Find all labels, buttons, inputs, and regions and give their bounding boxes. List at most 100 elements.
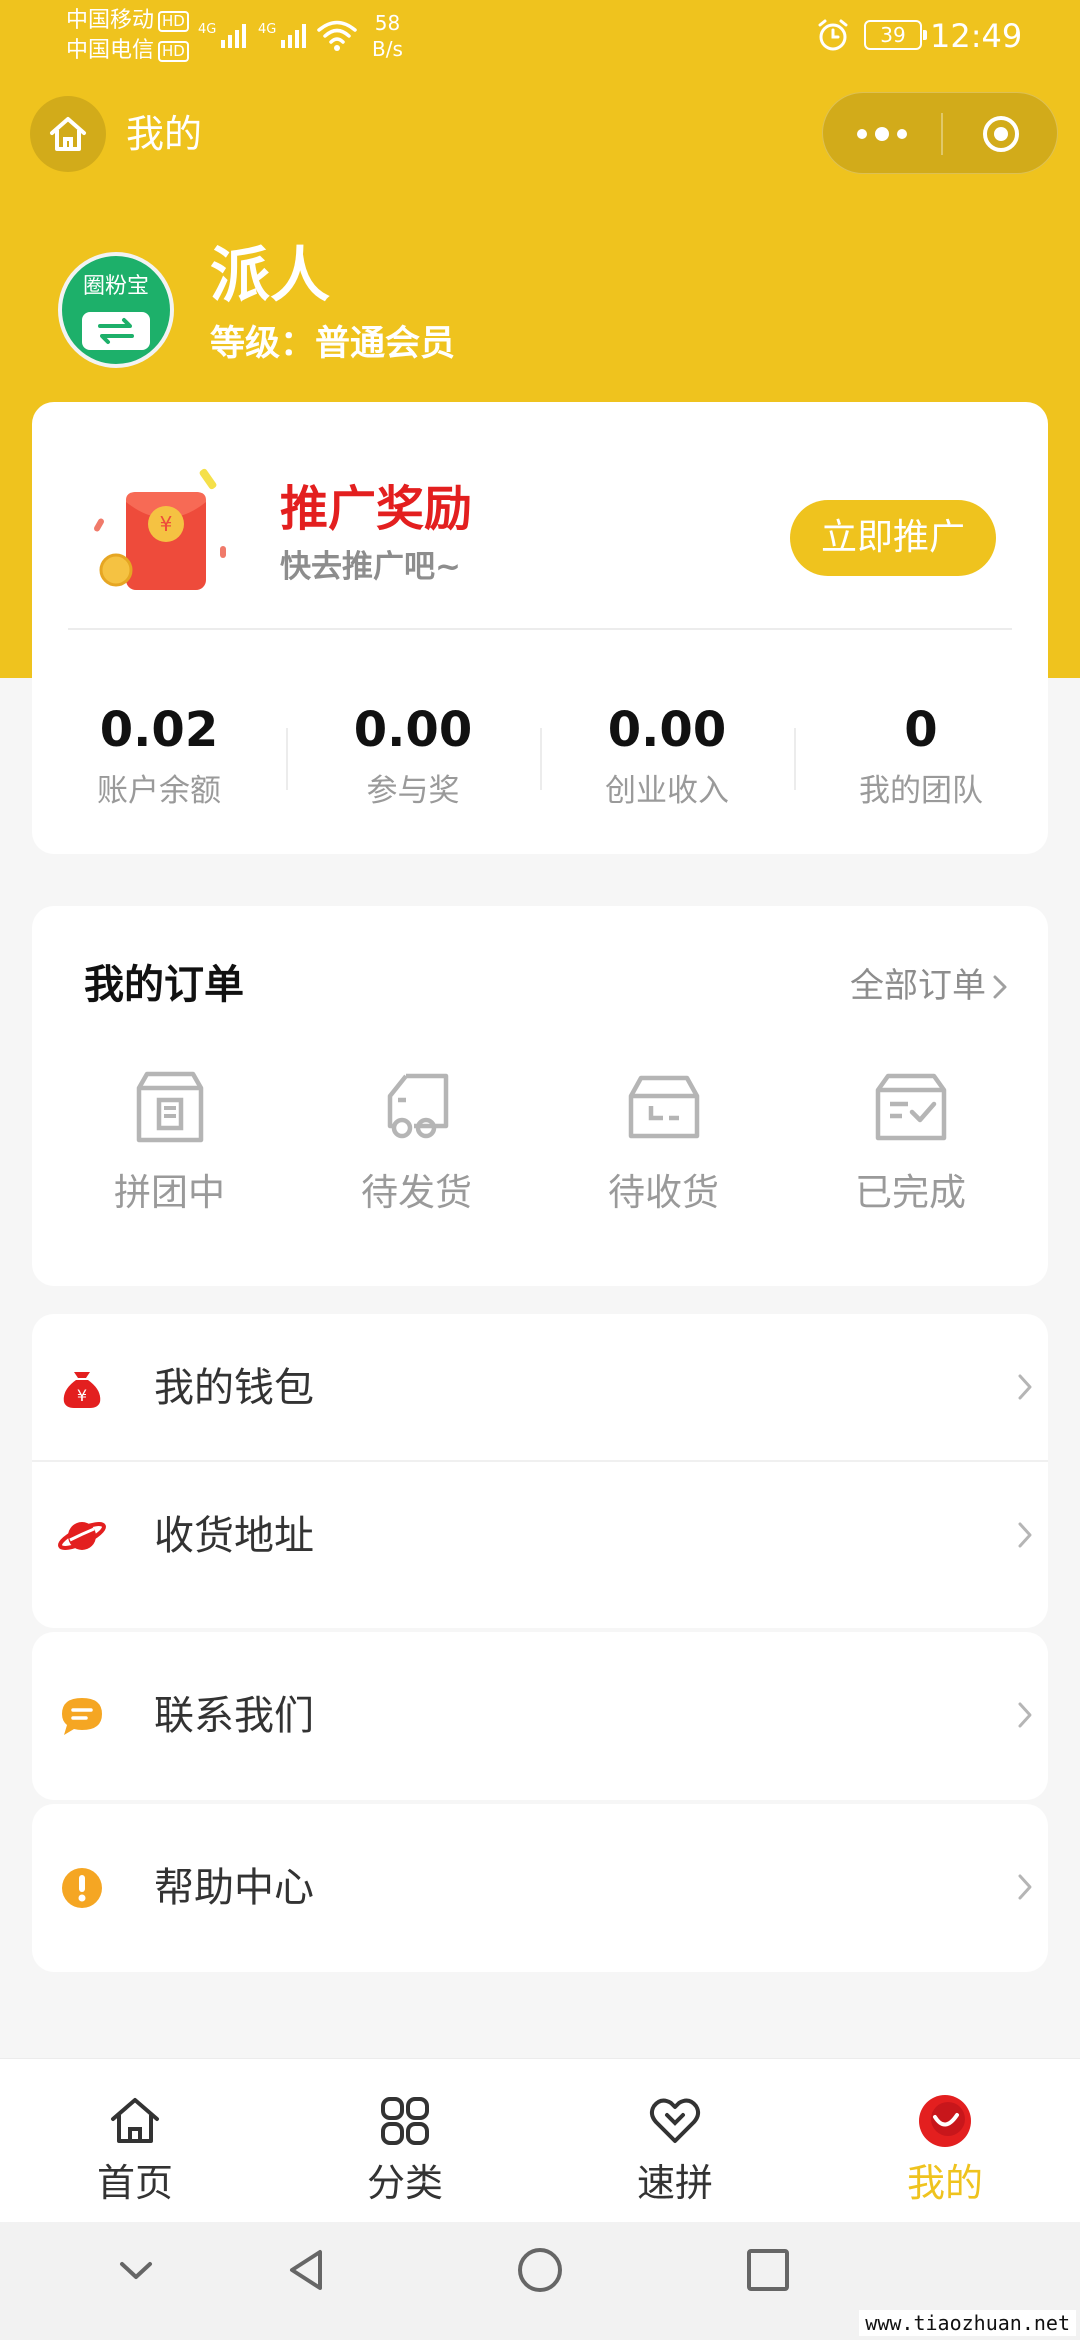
- order-status-label: 已完成: [855, 1171, 966, 1214]
- wifi-icon: [317, 20, 357, 51]
- speed-value: 58: [374, 11, 401, 35]
- home-icon: [111, 2098, 159, 2143]
- promo-subtitle: 快去推广吧~: [280, 549, 461, 585]
- tab-label: 分类: [366, 2161, 443, 2205]
- promote-now-button[interactable]: 立即推广: [790, 500, 996, 576]
- order-status-to-ship[interactable]: 待发货: [317, 1066, 517, 1266]
- stat-label: 账户余额: [97, 773, 221, 809]
- order-status-label: 待收货: [608, 1171, 719, 1214]
- menu-item-label: 我的钱包: [154, 1365, 314, 1411]
- system-navigation-bar: www.tiaozhuan.net: [0, 2222, 1080, 2340]
- more-dots-icon: [857, 129, 867, 139]
- tray-icon: [628, 1075, 699, 1139]
- tab-mine[interactable]: 我的: [810, 2059, 1080, 2222]
- avatar-text: 圈粉宝: [82, 274, 149, 299]
- exclamation-icon: [62, 1868, 102, 1908]
- red-envelope-icon: ¥: [94, 468, 226, 590]
- carrier-info: 中国移动 HD 中国电信 HD: [66, 6, 189, 66]
- chevron-right-icon: [993, 975, 1007, 999]
- promo-card: ¥ 推广奖励 快去推广吧~ 立即推广 0.02 账户余额 0.00 参与奖 0.…: [32, 402, 1048, 854]
- planet-icon: [58, 1522, 106, 1550]
- menu-item-help[interactable]: 帮助中心: [32, 1814, 1048, 1962]
- menu-group-2: 联系我们: [32, 1632, 1048, 1800]
- hd-badge-2: HD: [158, 40, 189, 62]
- stat-label: 参与奖: [366, 773, 460, 809]
- chevron-right-icon: [1018, 1874, 1032, 1900]
- swap-arrows-icon: [82, 312, 150, 350]
- stat-value: 0.00: [353, 702, 473, 758]
- home-button[interactable]: [30, 96, 106, 172]
- svg-text:¥: ¥: [77, 1386, 87, 1405]
- network-type-2: 4G: [258, 22, 277, 37]
- status-bar: 中国移动 HD 中国电信 HD 4G 4G 58 B/s 39 12:49: [0, 0, 1080, 76]
- signal-icon-2: 4G: [258, 22, 307, 48]
- chevron-right-icon: [1018, 1522, 1032, 1548]
- order-status-to-receive[interactable]: 待收货: [564, 1066, 764, 1266]
- menu-item-label: 帮助中心: [154, 1865, 314, 1911]
- order-status-grouping[interactable]: 拼团中: [70, 1066, 270, 1266]
- stat-team[interactable]: 0 我的团队: [794, 648, 1048, 828]
- tab-label: 速拼: [636, 2161, 713, 2205]
- orders-title: 我的订单: [84, 962, 244, 1008]
- promo-divider: [68, 628, 1012, 630]
- stat-value: 0: [904, 702, 938, 758]
- chevron-down-icon[interactable]: [110, 2244, 162, 2296]
- chat-bubble-icon: [62, 1698, 102, 1735]
- more-button[interactable]: [823, 93, 941, 175]
- stats-row: 0.02 账户余额 0.00 参与奖 0.00 创业收入 0 我的团队: [32, 648, 1048, 828]
- menu-item-label: 联系我们: [154, 1693, 314, 1739]
- menu-item-address[interactable]: 收货地址: [32, 1462, 1048, 1610]
- stat-value: 0.00: [607, 702, 727, 758]
- grid-icon: [381, 2097, 429, 2145]
- menu-group-1: ¥ 我的钱包 收货地址: [32, 1314, 1048, 1628]
- watermark: www.tiaozhuan.net: [859, 2310, 1076, 2336]
- menu-item-label: 收货地址: [154, 1513, 314, 1559]
- menu-item-wallet[interactable]: ¥ 我的钱包: [32, 1314, 1048, 1462]
- alarm-icon: [818, 19, 848, 51]
- user-name: 派人: [210, 241, 330, 311]
- battery-icon: 39: [864, 20, 927, 50]
- close-button[interactable]: [943, 93, 1059, 175]
- money-bag-icon: ¥: [63, 1372, 101, 1408]
- tab-label: 我的: [906, 2161, 983, 2205]
- truck-icon: [387, 1073, 448, 1139]
- all-orders-link[interactable]: 全部订单: [850, 962, 986, 1010]
- svg-text:¥: ¥: [160, 512, 173, 536]
- chevron-right-icon: [1018, 1374, 1032, 1400]
- order-status-row: 拼团中 待发货 待收货 已完成: [32, 1066, 1048, 1266]
- avatar[interactable]: 圈粉宝: [58, 252, 174, 368]
- target-circle-icon: [983, 116, 1019, 152]
- heart-icon: [649, 2098, 701, 2143]
- orders-card: 我的订单 全部订单 拼团中 待发货 待收货 已完成: [32, 906, 1048, 1286]
- stat-balance[interactable]: 0.02 账户余额: [32, 648, 286, 828]
- order-status-label: 拼团中: [114, 1171, 225, 1214]
- carrier-1: 中国移动: [66, 8, 155, 33]
- network-speed: 58 B/s: [372, 10, 403, 62]
- recent-apps-square-icon[interactable]: [742, 2244, 794, 2296]
- menu-item-contact[interactable]: 联系我们: [32, 1642, 1048, 1790]
- tab-home[interactable]: 首页: [0, 2059, 270, 2222]
- carrier-2: 中国电信: [66, 38, 155, 63]
- tab-quick-group[interactable]: 速拼: [540, 2059, 810, 2222]
- stat-label: 创业收入: [605, 773, 729, 809]
- profile-face-icon: [919, 2095, 971, 2147]
- stat-participation[interactable]: 0.00 参与奖: [286, 648, 540, 828]
- page-title: 我的: [126, 112, 203, 156]
- tab-category[interactable]: 分类: [270, 2059, 540, 2222]
- home-icon: [50, 117, 86, 151]
- box-check-icon: [875, 1073, 946, 1141]
- chevron-right-icon: [1018, 1702, 1032, 1728]
- hd-badge-1: HD: [158, 10, 189, 32]
- signal-icon-1: 4G: [198, 22, 247, 48]
- order-status-completed[interactable]: 已完成: [811, 1066, 1011, 1266]
- home-circle-icon[interactable]: [514, 2244, 566, 2296]
- menu-group-3: 帮助中心: [32, 1804, 1048, 1972]
- order-status-label: 待发货: [361, 1171, 472, 1214]
- user-level: 等级：普通会员: [210, 324, 456, 364]
- stat-income[interactable]: 0.00 创业收入: [540, 648, 794, 828]
- stat-label: 我的团队: [859, 773, 983, 809]
- back-triangle-icon[interactable]: [282, 2244, 334, 2296]
- mini-program-capsule: [822, 92, 1058, 174]
- network-type-1: 4G: [198, 22, 217, 37]
- promo-title: 推广奖励: [280, 481, 473, 537]
